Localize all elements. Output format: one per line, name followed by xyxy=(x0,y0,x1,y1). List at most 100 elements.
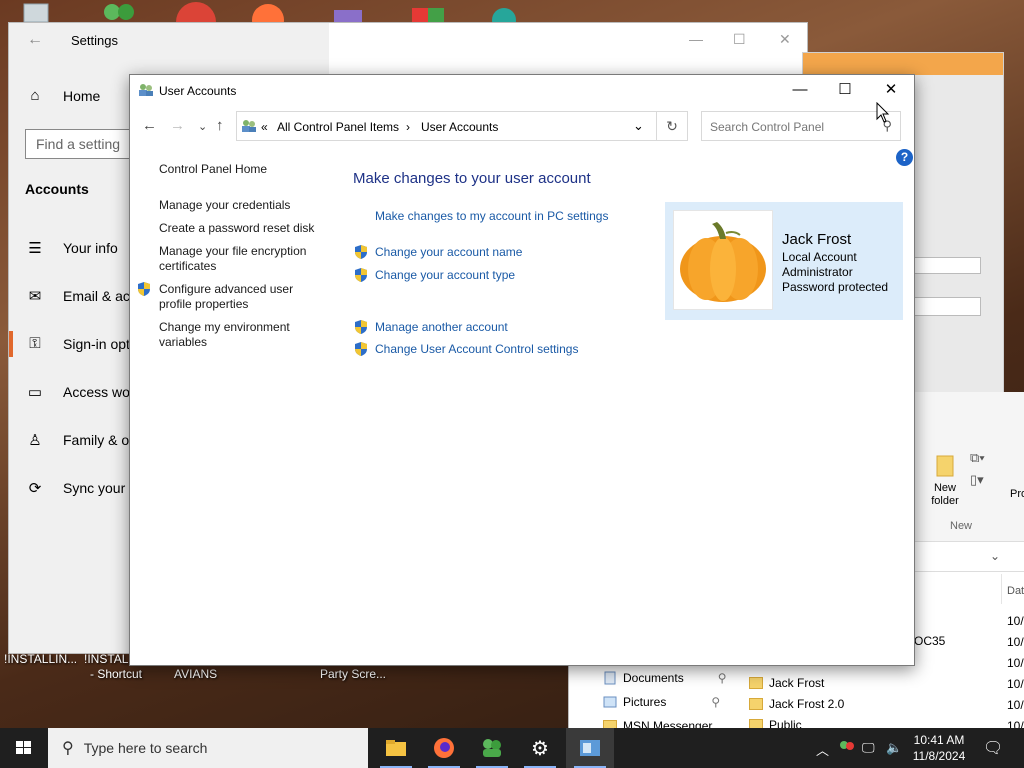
system-clock[interactable]: 10:41 AM 11/8/2024 xyxy=(906,732,972,764)
address-bar[interactable]: « All Control Panel Items › User Account… xyxy=(236,111,688,141)
advanced-profile-properties-link[interactable]: Configure advanced user profile properti… xyxy=(159,282,309,312)
maximize-icon[interactable]: ☐ xyxy=(830,79,860,101)
pin-icon[interactable]: ⚲ xyxy=(711,695,720,709)
file-row-jack-frost-2[interactable]: Jack Frost 2.0 xyxy=(749,697,844,711)
pin-icon[interactable]: ⚲ xyxy=(718,671,727,685)
account-picture[interactable] xyxy=(673,210,773,310)
folder-icon xyxy=(749,698,763,710)
password-reset-disk-link[interactable]: Create a password reset disk xyxy=(159,221,319,236)
settings-nav-sync[interactable]: ⟳ Sync your se xyxy=(23,479,144,497)
column-header-date[interactable]: Dat xyxy=(1007,585,1024,597)
uac-settings-link[interactable]: Change User Account Control settings xyxy=(353,341,578,357)
notifications-icon[interactable]: 🗨 xyxy=(983,738,1003,758)
desktop-label-shortcut[interactable]: - Shortcut xyxy=(90,667,142,681)
settings-home[interactable]: ⌂ Home xyxy=(23,87,100,104)
new-folder-button[interactable]: New folder xyxy=(928,454,962,508)
change-account-name-link[interactable]: Change your account name xyxy=(353,244,522,260)
window-title: User Accounts xyxy=(159,84,237,98)
messenger-tray-icon[interactable] xyxy=(838,739,856,755)
quick-access-pictures[interactable]: Pictures ⚲ xyxy=(603,695,720,709)
gear-icon: ⚙ xyxy=(531,737,549,760)
network-icon[interactable]: 🖵 xyxy=(862,740,875,756)
minimize-icon[interactable]: — xyxy=(785,79,815,101)
file-row-jack-frost[interactable]: Jack Frost xyxy=(749,676,824,690)
settings-titlebar[interactable]: ← Settings — ☐ ✕ xyxy=(9,23,807,57)
partial-file-label[interactable]: OC35 xyxy=(914,634,945,648)
taskbar-control-panel[interactable] xyxy=(566,728,614,768)
firefox-icon xyxy=(252,4,284,36)
minimize-icon[interactable]: — xyxy=(689,31,703,47)
explorer-divider xyxy=(1001,574,1002,604)
forward-arrow-icon[interactable]: → xyxy=(170,117,185,134)
date-cell: 10/ xyxy=(1007,614,1024,628)
taskbar-settings[interactable]: ⚙ xyxy=(516,728,564,768)
person-card-icon: ☰ xyxy=(28,240,42,257)
start-button[interactable] xyxy=(0,728,48,768)
breadcrumb-overflow[interactable]: « xyxy=(261,120,268,134)
up-arrow-icon[interactable]: ↑ xyxy=(216,117,224,134)
volume-icon[interactable]: 🔈 xyxy=(886,740,902,756)
taskbar: ⚲ Type here to search ⚙ ︿ 🖵 🔈 10:41 AM 1… xyxy=(0,728,1024,768)
settings-nav-your-info[interactable]: ☰ Your info xyxy=(23,239,117,257)
date-cell: 10/ xyxy=(1007,677,1024,691)
uac-shield-icon xyxy=(355,245,367,259)
background-window-field[interactable] xyxy=(913,297,981,316)
change-account-type-link[interactable]: Change your account type xyxy=(353,267,515,283)
maximize-icon[interactable]: ☐ xyxy=(733,31,746,48)
address-dropdown-chevron-icon[interactable]: ⌄ xyxy=(633,118,644,134)
environment-variables-link[interactable]: Change my environment variables xyxy=(159,320,309,350)
control-panel-icon xyxy=(242,120,256,132)
explorer-address-bar[interactable]: ⌄ xyxy=(914,542,1024,572)
date-cell: 10/ xyxy=(1007,698,1024,712)
search-control-panel-input[interactable]: Search Control Panel ⚲ xyxy=(701,111,901,141)
background-window-titlebar[interactable] xyxy=(803,53,1003,75)
ribbon-pro-label[interactable]: Pro xyxy=(1010,488,1024,500)
settings-nav-access-work[interactable]: ▭ Access work xyxy=(23,383,142,401)
user-accounts-titlebar[interactable]: User Accounts — ☐ ✕ xyxy=(130,75,914,105)
taskbar-firefox[interactable] xyxy=(420,728,468,768)
taskbar-search-box[interactable]: ⚲ Type here to search xyxy=(48,728,368,768)
recent-locations-chevron-icon[interactable]: ⌄ xyxy=(198,120,207,133)
desktop-label-party-scre[interactable]: Party Scre... xyxy=(320,667,386,681)
uac-shield-icon xyxy=(355,320,367,334)
copy-path-icon[interactable]: ⧉▾ xyxy=(970,450,985,466)
mouse-cursor-icon xyxy=(876,102,890,123)
pc-settings-link[interactable]: Make changes to my account in PC setting… xyxy=(375,209,608,223)
taskbar-file-explorer[interactable] xyxy=(372,728,420,768)
refresh-icon[interactable]: ↻ xyxy=(656,111,688,141)
close-icon[interactable]: ✕ xyxy=(876,79,906,101)
breadcrumb-user-accounts[interactable]: User Accounts xyxy=(421,120,498,134)
desktop-label-installin[interactable]: !INSTALLIN... xyxy=(4,652,77,666)
quick-access-documents[interactable]: Documents ⚲ xyxy=(603,671,727,685)
back-arrow-icon[interactable]: ← xyxy=(27,31,43,49)
desktop-icon-recycle[interactable] xyxy=(18,2,54,23)
settings-nav-email[interactable]: ✉ Email & acco xyxy=(23,287,145,305)
desktop-label-avians[interactable]: AVIANS xyxy=(174,667,217,681)
breadcrumb-separator-icon[interactable]: › xyxy=(406,120,410,134)
sync-icon: ⟳ xyxy=(28,480,42,497)
mail-icon: ✉ xyxy=(28,288,42,305)
close-icon[interactable]: ✕ xyxy=(779,31,791,48)
uac-shield-icon xyxy=(355,268,367,282)
new-item-icon[interactable]: ▯▾ xyxy=(970,472,984,488)
back-arrow-icon[interactable]: ← xyxy=(142,117,157,134)
new-folder-icon xyxy=(936,455,954,477)
windows-logo-icon xyxy=(16,741,31,754)
help-icon[interactable]: ? xyxy=(896,149,913,166)
chevron-down-icon[interactable]: ⌄ xyxy=(990,549,1000,563)
task-label: Manage another account xyxy=(375,320,508,334)
uac-shield-icon xyxy=(355,342,367,356)
user-accounts-window[interactable]: User Accounts — ☐ ✕ ← → ⌄ ↑ « All Contro… xyxy=(129,74,915,666)
manage-another-account-link[interactable]: Manage another account xyxy=(353,319,508,335)
clock-date: 11/8/2024 xyxy=(912,749,966,763)
breadcrumb-all-control-panel-items[interactable]: All Control Panel Items xyxy=(277,120,399,134)
show-hidden-icons-chevron-icon[interactable]: ︿ xyxy=(816,740,829,759)
background-window-dropdown[interactable] xyxy=(913,257,981,274)
file-encryption-certificates-link[interactable]: Manage your file encryption certificates xyxy=(159,244,319,274)
control-panel-home-link[interactable]: Control Panel Home xyxy=(159,162,267,177)
taskbar-messenger[interactable] xyxy=(468,728,516,768)
desktop-label-install[interactable]: !INSTALL xyxy=(84,652,135,666)
manage-credentials-link[interactable]: Manage your credentials xyxy=(159,198,319,213)
settings-nav-family[interactable]: ♙ Family & oth xyxy=(23,431,141,449)
settings-nav-sign-in[interactable]: ⚿ Sign-in optio xyxy=(23,335,141,352)
